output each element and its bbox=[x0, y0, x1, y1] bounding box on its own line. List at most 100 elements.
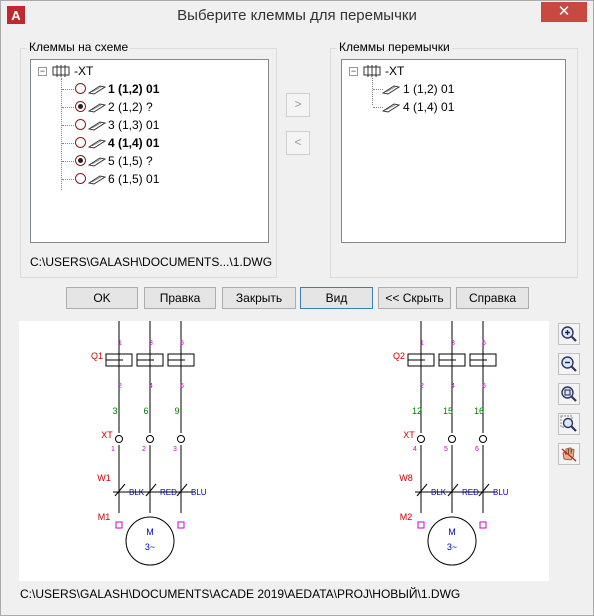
cable-tick bbox=[416, 483, 428, 497]
wire-number: 16 bbox=[474, 406, 484, 416]
tree-root-label: -XT bbox=[385, 64, 405, 78]
terminal-label: 6 (1,5) 01 bbox=[108, 172, 160, 186]
terminal-state-icon bbox=[75, 155, 86, 166]
zoom-window-icon bbox=[561, 386, 577, 402]
collapse-icon[interactable]: − bbox=[38, 67, 47, 76]
terminal-symbol bbox=[115, 435, 123, 443]
terminal-icon bbox=[87, 84, 107, 98]
motor-symbol-label: M bbox=[448, 527, 456, 537]
window-close-button[interactable]: ✕ bbox=[541, 2, 587, 22]
terminal-state-icon bbox=[75, 101, 86, 112]
help-button[interactable]: Справка bbox=[456, 287, 529, 309]
terminal-icon bbox=[87, 138, 107, 152]
terminal-number: 6 bbox=[475, 446, 479, 453]
full-drawing-path: C:\USERS\GALASH\DOCUMENTS\ACADE 2019\AED… bbox=[20, 587, 461, 601]
tree-root-xt[interactable]: -XT bbox=[74, 63, 93, 79]
zoom-in-button[interactable] bbox=[558, 323, 580, 345]
wire-number: 6 bbox=[143, 406, 148, 416]
wire-number: 9 bbox=[174, 406, 179, 416]
zoom-out-button[interactable] bbox=[558, 353, 580, 375]
tree-root-xt[interactable]: -XT bbox=[385, 63, 404, 79]
cable-tick bbox=[145, 483, 157, 497]
terminal-icon bbox=[381, 84, 401, 98]
motor-symbol-label: 3~ bbox=[145, 542, 155, 552]
schematic-terminals-group: Клеммы на схеме − -XT 1 (1,2) 01 2 (1,2) … bbox=[20, 40, 277, 278]
terminal-strip-tag: XT bbox=[403, 430, 415, 440]
terminal-state-icon bbox=[75, 173, 86, 184]
pan-button[interactable] bbox=[558, 443, 580, 465]
jumper-terminals-label: Клеммы перемычки bbox=[337, 40, 452, 54]
breaker-pin: 2 bbox=[118, 383, 122, 390]
zoom-extents-icon bbox=[560, 415, 577, 432]
terminal-number: 1 bbox=[111, 446, 115, 453]
motor-pin bbox=[479, 521, 487, 529]
title-bar: A Выберите клеммы для перемычки ✕ bbox=[1, 1, 593, 31]
jumper-terminals-tree[interactable]: − -XT 1 (1,2) 01 4 (1,4) 01 bbox=[341, 59, 566, 243]
zoom-extents-button[interactable] bbox=[558, 413, 580, 435]
terminal-strip-icon bbox=[52, 65, 70, 77]
edit-button[interactable]: Правка bbox=[144, 287, 216, 309]
cable-tick bbox=[478, 483, 490, 497]
terminal-icon bbox=[87, 120, 107, 134]
schematic-preview[interactable]: Q1 1 2 3 1 BLK 3 4 6 2 RED 5 6 9 3 BLU XT W1 M1 M 3~ Q2 1 2 12 4 B… bbox=[19, 321, 549, 581]
terminal-state-icon bbox=[75, 119, 86, 130]
terminal-icon bbox=[87, 102, 107, 116]
breaker-pin: 3 bbox=[451, 340, 455, 347]
terminal-label: 4 (1,4) 01 bbox=[108, 136, 160, 150]
cable-tag: W1 bbox=[97, 473, 111, 483]
dialog-window: A Выберите клеммы для перемычки ✕ Клеммы… bbox=[0, 0, 594, 616]
breaker-pin: 3 bbox=[149, 340, 153, 347]
breaker-pin: 5 bbox=[180, 340, 184, 347]
terminal-number: 3 bbox=[173, 446, 177, 453]
zoom-window-button[interactable] bbox=[558, 383, 580, 405]
hide-button[interactable]: << Скрыть bbox=[378, 287, 451, 309]
ok-button[interactable]: OK bbox=[66, 287, 138, 309]
terminal-strip-icon bbox=[363, 65, 381, 77]
add-terminal-button[interactable]: > bbox=[286, 93, 310, 117]
breaker-pin: 6 bbox=[180, 383, 184, 390]
terminal-number: 2 bbox=[142, 446, 146, 453]
motor-symbol-label: 3~ bbox=[447, 542, 457, 552]
cable-tag: W8 bbox=[399, 473, 413, 483]
terminal-label: 3 (1,3) 01 bbox=[108, 118, 160, 132]
terminal-symbol bbox=[448, 435, 456, 443]
remove-terminal-button[interactable]: < bbox=[286, 131, 310, 155]
zoom-in-icon bbox=[561, 326, 577, 342]
breaker-pin: 5 bbox=[482, 340, 486, 347]
schematic-terminals-label: Клеммы на схеме bbox=[27, 40, 131, 54]
terminal-strip-tag: XT bbox=[101, 430, 113, 440]
breaker-pin: 6 bbox=[482, 383, 486, 390]
motor-symbol bbox=[427, 516, 477, 566]
terminal-icon bbox=[381, 102, 401, 116]
collapse-icon[interactable]: − bbox=[349, 67, 358, 76]
cable-tick bbox=[447, 483, 459, 497]
terminal-icon bbox=[87, 174, 107, 188]
tree-root-label: -XT bbox=[74, 64, 94, 78]
view-button[interactable]: Вид bbox=[300, 287, 373, 309]
terminal-label: 1 (1,2) 01 bbox=[403, 82, 455, 96]
schematic-terminals-tree[interactable]: − -XT 1 (1,2) 01 2 (1,2) ? 3 (1,3) 01 4 (1,… bbox=[30, 59, 269, 243]
motor-pin bbox=[177, 521, 185, 529]
terminal-number: 5 bbox=[444, 446, 448, 453]
cable-tick bbox=[176, 483, 188, 497]
window-title: Выберите клеммы для перемычки bbox=[177, 7, 417, 24]
close-button[interactable]: Закрыть bbox=[222, 287, 296, 309]
terminal-icon bbox=[87, 156, 107, 170]
breaker-pin: 1 bbox=[420, 340, 424, 347]
breaker-pin: 1 bbox=[118, 340, 122, 347]
breaker-pin: 2 bbox=[420, 383, 424, 390]
wire-number: 12 bbox=[412, 406, 422, 416]
motor-tag: M1 bbox=[98, 512, 111, 522]
motor-symbol bbox=[125, 516, 175, 566]
cable-tick bbox=[114, 483, 126, 497]
terminal-symbol bbox=[177, 435, 185, 443]
terminal-label: 5 (1,5) ? bbox=[108, 154, 153, 168]
terminal-label: 4 (1,4) 01 bbox=[403, 100, 455, 114]
terminal-state-icon bbox=[75, 83, 86, 94]
terminal-symbol bbox=[146, 435, 154, 443]
breaker-tag: Q1 bbox=[91, 351, 103, 361]
breaker-tag: Q2 bbox=[393, 351, 405, 361]
motor-tag: M2 bbox=[400, 512, 413, 522]
wire-number: 15 bbox=[443, 406, 453, 416]
wire-number: 3 bbox=[112, 406, 117, 416]
